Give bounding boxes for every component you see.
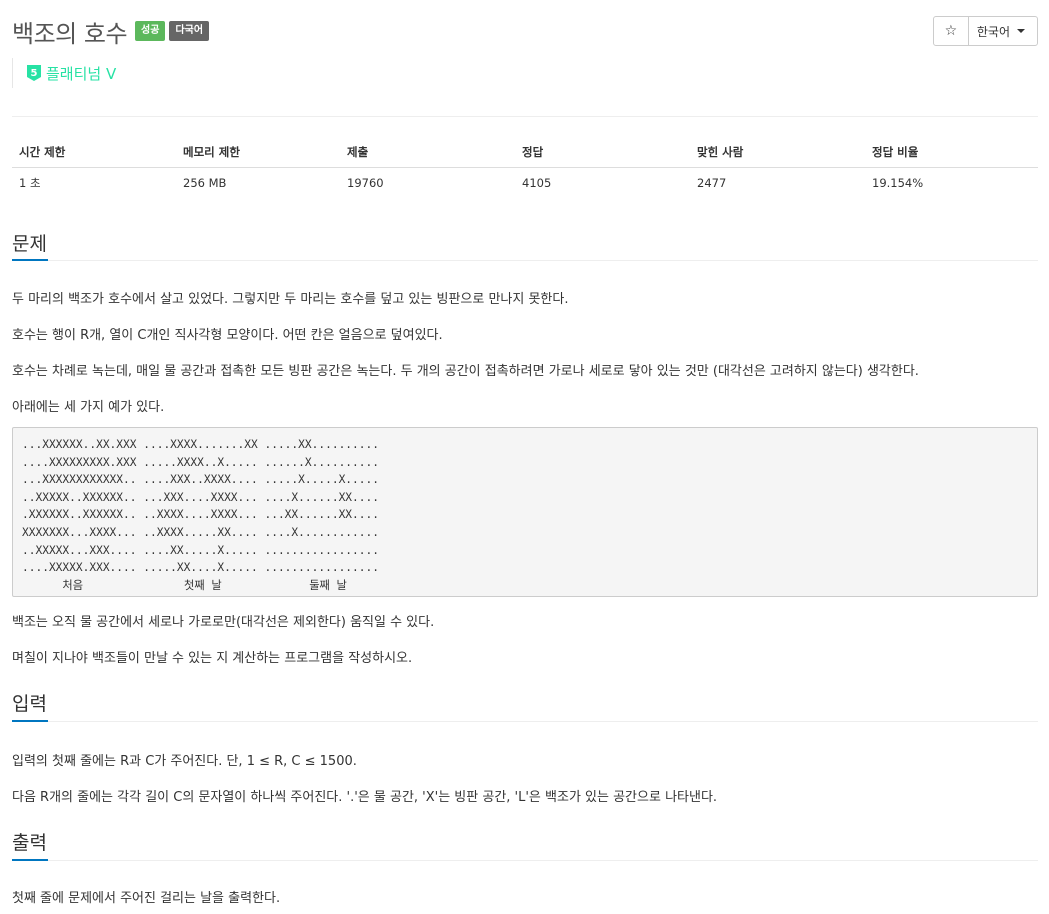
input-section-title: 입력 xyxy=(12,693,47,715)
problem-paragraph-4: 아래에는 세 가지 예가 있다. xyxy=(12,400,165,415)
problem-header: 백조의 호수 성공 다국어 xyxy=(12,14,210,48)
language-label: 한국어 xyxy=(976,24,1010,39)
tier-icon: 5 xyxy=(27,65,41,81)
star-icon: ☆ xyxy=(944,23,958,39)
accepted-value[interactable]: 4105 xyxy=(515,167,690,199)
toolbar-button-group: ☆ 한국어 xyxy=(932,16,1038,46)
problem-tier[interactable]: 5 플래티넘 V xyxy=(12,58,116,88)
multilang-badge[interactable]: 다국어 xyxy=(169,21,210,41)
section-divider xyxy=(12,860,1038,861)
language-dropdown[interactable]: 한국어 xyxy=(969,17,1037,45)
table-header-row: 시간 제한 메모리 제한 제출 정답 맞힌 사람 정답 비율 xyxy=(12,137,1038,168)
chevron-down-icon xyxy=(1017,29,1025,33)
header-accept-ratio: 정답 비율 xyxy=(865,137,1038,168)
output-section-title: 출력 xyxy=(12,832,47,854)
svg-text:5: 5 xyxy=(31,68,38,79)
section-accent xyxy=(12,259,48,261)
header-divider xyxy=(12,116,1038,117)
section-accent xyxy=(12,859,48,861)
example-code-block: ...XXXXXX..XX.XXX ....XXXX.......XX ....… xyxy=(12,427,1038,597)
section-divider xyxy=(12,721,1038,722)
input-paragraph-1: 입력의 첫째 줄에는 R과 C가 주어진다. 단, 1 ≤ R, C ≤ 150… xyxy=(12,754,357,769)
tier-label: 플래티넘 V xyxy=(46,64,117,83)
table-row: 1 초 256 MB 19760 4105 2477 19.154% xyxy=(12,167,1038,199)
problem-paragraph-1: 두 마리의 백조가 호수에서 살고 있었다. 그렇지만 두 마리는 호수를 덮고… xyxy=(12,292,569,307)
problem-info-table: 시간 제한 메모리 제한 제출 정답 맞힌 사람 정답 비율 1 초 256 M… xyxy=(12,137,1038,199)
header-solved-users: 맞힌 사람 xyxy=(690,137,865,168)
section-accent xyxy=(12,720,48,722)
accept-ratio-value: 19.154% xyxy=(872,176,924,191)
memory-limit-value: 256 MB xyxy=(183,176,227,191)
problem-paragraph-3: 호수는 차례로 녹는데, 매일 물 공간과 접촉한 모든 빙판 공간은 녹는다.… xyxy=(12,364,919,379)
problem-section-title: 문제 xyxy=(12,233,47,255)
input-paragraph-2: 다음 R개의 줄에는 각각 길이 C의 문자열이 하나씩 주어진다. '.'은 … xyxy=(12,790,718,805)
favorite-button[interactable]: ☆ xyxy=(934,17,969,45)
problem-paragraph-2: 호수는 행이 R개, 열이 C개인 직사각형 모양이다. 어떤 칸은 얼음으로 … xyxy=(12,328,443,343)
submissions-value[interactable]: 19760 xyxy=(340,167,515,199)
solved-users-value[interactable]: 2477 xyxy=(690,167,865,199)
output-paragraph-1: 첫째 줄에 문제에서 주어진 걸리는 날을 출력한다. xyxy=(12,891,281,906)
header-time-limit: 시간 제한 xyxy=(12,137,176,168)
section-divider xyxy=(12,260,1038,261)
header-submissions: 제출 xyxy=(340,137,515,168)
success-badge: 성공 xyxy=(135,21,166,41)
time-limit-value: 1 초 xyxy=(19,176,41,191)
problem-paragraph-5: 백조는 오직 물 공간에서 세로나 가로로만(대각선은 제외한다) 움직일 수 … xyxy=(12,615,435,630)
header-memory-limit: 메모리 제한 xyxy=(176,137,340,168)
header-accepted: 정답 xyxy=(515,137,690,168)
problem-title: 백조의 호수 xyxy=(12,19,128,48)
problem-paragraph-6: 며칠이 지나야 백조들이 만날 수 있는 지 계산하는 프로그램을 작성하시오. xyxy=(12,651,413,666)
